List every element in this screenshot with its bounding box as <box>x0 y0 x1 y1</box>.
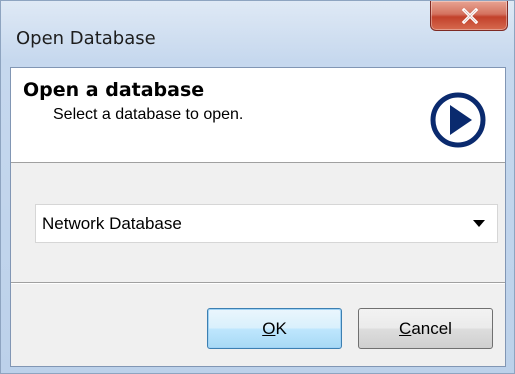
ok-button[interactable]: OK <box>207 308 342 349</box>
cancel-label-rest: ancel <box>411 319 452 338</box>
title-bar[interactable]: Open Database <box>1 1 514 67</box>
ok-label-rest: K <box>275 319 287 338</box>
page-subtitle: Select a database to open. <box>53 106 244 123</box>
window-title: Open Database <box>16 28 156 49</box>
divider <box>11 282 505 284</box>
open-database-dialog: Open Database Open a database Select a d… <box>0 0 515 374</box>
chevron-down-icon[interactable] <box>473 220 485 227</box>
header-panel: Open a database Select a database to ope… <box>11 68 505 163</box>
ok-mnemonic: O <box>262 319 276 338</box>
play-circle-icon <box>430 92 486 148</box>
cancel-mnemonic: C <box>399 319 412 338</box>
database-select-value: Network Database <box>42 214 182 233</box>
dialog-body: Open a database Select a database to ope… <box>10 67 506 367</box>
database-select[interactable]: Network Database <box>35 204 498 243</box>
cancel-button[interactable]: Cancel <box>358 308 493 349</box>
close-button[interactable] <box>430 1 508 31</box>
close-icon <box>461 8 479 24</box>
page-title: Open a database <box>23 79 205 101</box>
